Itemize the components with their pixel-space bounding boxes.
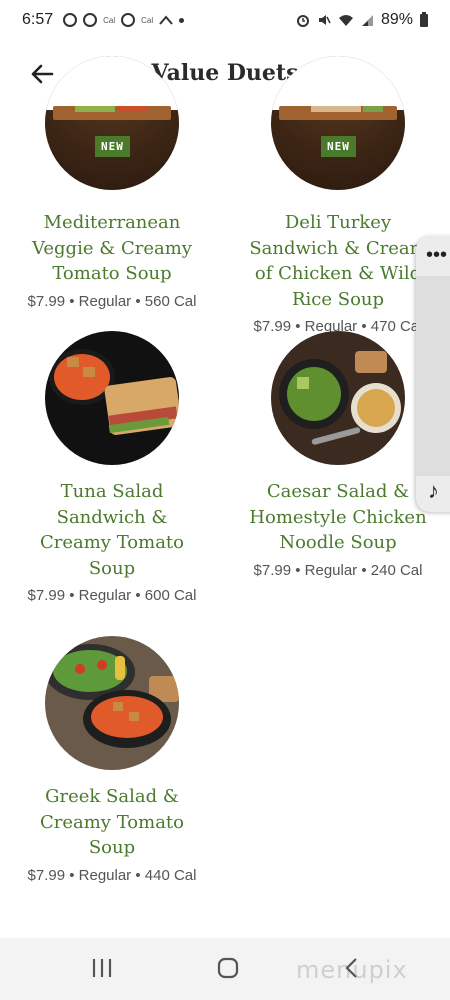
item-meta: $7.99 • Regular • 240 Cal (253, 561, 423, 579)
battery-icon (420, 11, 428, 27)
mute-icon (318, 15, 331, 25)
signal-icon (361, 14, 373, 26)
more-icon[interactable]: ••• (426, 245, 447, 265)
item-photo (45, 56, 179, 190)
item-photo (271, 56, 405, 190)
menu-item-card[interactable]: Caesar Salad & Homestyle Chicken Noodle … (238, 331, 438, 579)
music-note-icon[interactable]: ♪ (428, 478, 439, 504)
chevron-up-icon (159, 15, 173, 25)
menu-item-card[interactable]: Greek Salad & Creamy Tomato Soup $7.99 •… (12, 636, 212, 884)
item-photo (271, 331, 405, 465)
system-nav-bar: menupix (0, 938, 450, 1000)
menu-item-card[interactable]: Tuna Salad Sandwich & Creamy Tomato Soup… (12, 331, 212, 604)
wifi-icon (338, 14, 353, 26)
menu-item-card[interactable]: NEW Deli Turkey Sandwich & Cream of Chic… (238, 56, 438, 335)
item-meta: $7.99 • Regular • 440 Cal (27, 866, 197, 884)
item-name: Tuna Salad Sandwich & Creamy Tomato Soup (39, 481, 185, 579)
item-photo (45, 331, 179, 465)
home-icon (217, 957, 239, 979)
item-name: Mediterranean Veggie & Creamy Tomato Sou… (32, 212, 192, 284)
new-badge: NEW (321, 136, 356, 157)
side-panel-body (416, 276, 450, 476)
status-time: 6:57 (22, 11, 54, 28)
recent-apps-button[interactable] (90, 956, 114, 985)
alarm-icon (296, 15, 309, 27)
battery-percent: 89% (380, 11, 413, 28)
item-name: Caesar Salad & Homestyle Chicken Noodle … (249, 481, 427, 553)
item-meta: $7.99 • Regular • 560 Cal (27, 292, 197, 310)
item-photo (45, 636, 179, 770)
notification-icon (83, 13, 98, 27)
notification-text: Cal (141, 15, 154, 25)
menu-item-card[interactable]: NEW Mediterranean Veggie & Creamy Tomato… (12, 56, 212, 310)
home-button[interactable] (216, 956, 240, 985)
back-nav-button[interactable] (342, 956, 362, 985)
floating-side-panel[interactable]: ••• ♪ (416, 236, 450, 512)
status-right: 89% (296, 11, 428, 29)
new-badge: NEW (95, 136, 130, 157)
status-bar: 6:57 Cal Cal 89% (0, 0, 450, 40)
item-name: Greek Salad & Creamy Tomato Soup (39, 786, 185, 858)
recent-apps-icon (92, 959, 112, 977)
messenger-icon (121, 13, 136, 27)
item-meta: $7.99 • Regular • 600 Cal (27, 587, 197, 604)
notification-icon (63, 13, 78, 27)
dot-icon (179, 17, 185, 23)
back-nav-icon (345, 958, 357, 978)
notification-text: Cal (103, 15, 116, 25)
status-left: 6:57 Cal Cal (22, 11, 185, 29)
item-name: Deli Turkey Sandwich & Cream of Chicken … (249, 212, 427, 310)
